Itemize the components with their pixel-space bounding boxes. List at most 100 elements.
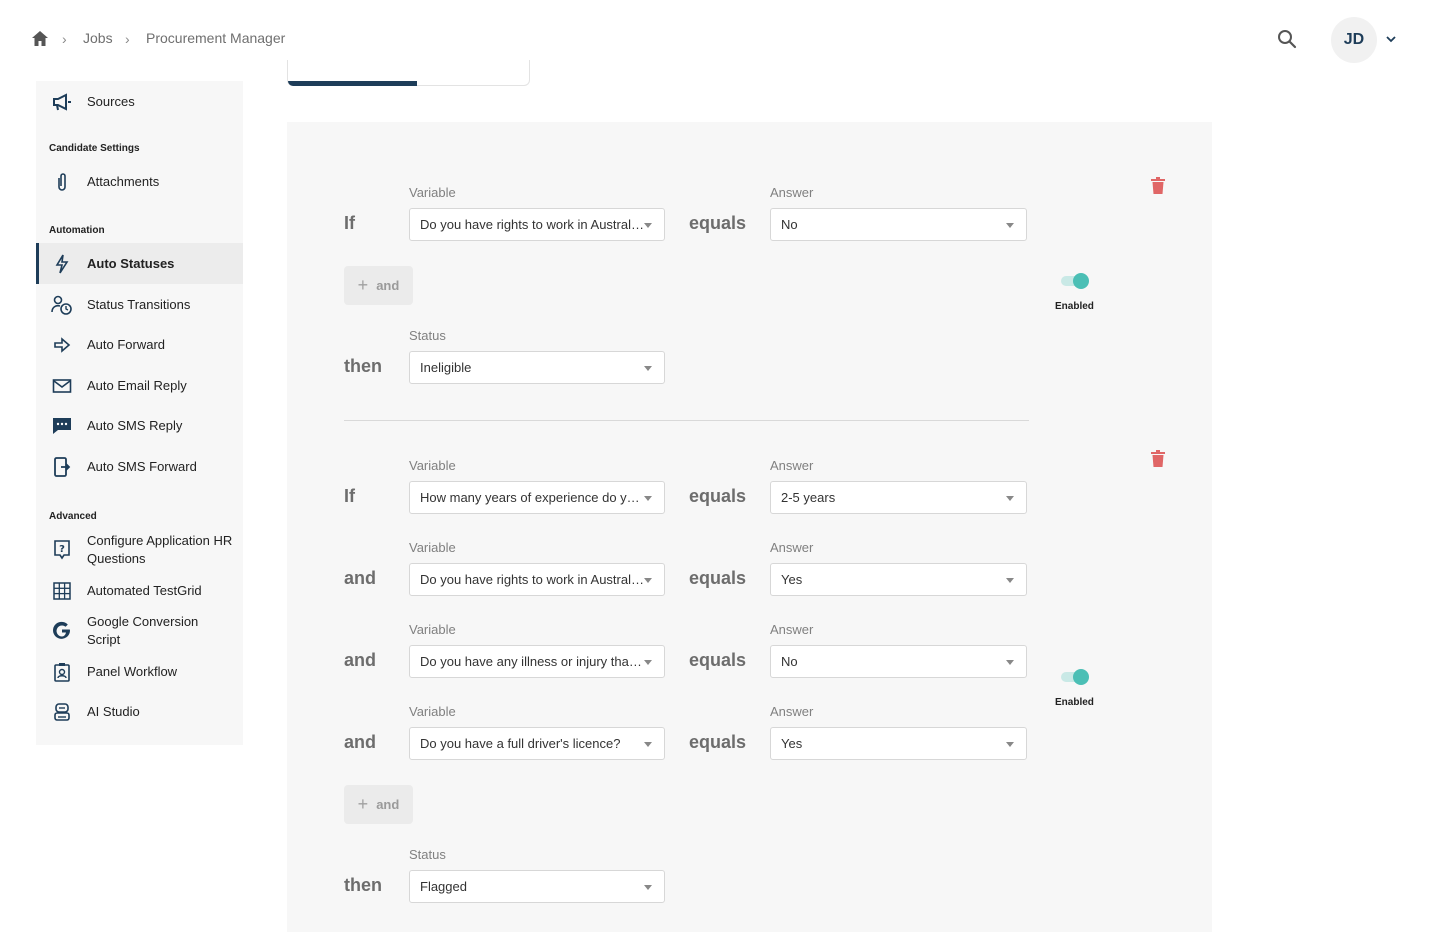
question-box-icon: ? (51, 539, 73, 561)
answer-label: Answer (770, 704, 814, 719)
sidebar-item-auto-forward[interactable]: Auto Forward (36, 324, 243, 365)
and-keyword: and (344, 732, 377, 752)
sidebar-item-auto-email-reply[interactable]: Auto Email Reply (36, 365, 243, 406)
sidebar-item-label: AI Studio (87, 703, 140, 719)
equals-keyword: equals (689, 486, 747, 506)
envelope-icon (51, 375, 73, 397)
plus-icon: + (357, 275, 369, 295)
answer-value: No (781, 654, 798, 669)
answer-select[interactable]: No (770, 208, 1027, 241)
breadcrumb-current[interactable]: Procurement Manager (146, 30, 285, 46)
home-icon[interactable] (31, 30, 49, 48)
answer-select[interactable]: 2-5 years (770, 481, 1027, 514)
answer-value: Yes (781, 736, 803, 751)
answer-label: Answer (770, 622, 814, 637)
variable-value: Do you have a full driver's licence? (420, 736, 621, 751)
sidebar-item-ai-studio[interactable]: AI Studio (36, 691, 243, 732)
sidebar-item-label: Auto Statuses (87, 255, 175, 271)
sidebar-item-google-conversion-script[interactable]: Google Conversion Script (36, 610, 243, 651)
variable-label: Variable (409, 540, 456, 555)
breadcrumb-chevron-icon: › (125, 31, 130, 47)
equals-keyword: equals (689, 732, 747, 752)
equals-keyword: equals (689, 213, 747, 233)
search-icon[interactable] (1277, 29, 1297, 49)
variable-label: Variable (409, 622, 456, 637)
variable-value: How many years of experience do you have… (420, 490, 645, 505)
caret-down-icon (644, 742, 652, 747)
variable-label: Variable (409, 704, 456, 719)
variable-label: Variable (409, 185, 456, 200)
trash-icon[interactable] (1151, 450, 1165, 467)
sidebar: Sources Candidate Settings Attachments A… (36, 81, 243, 745)
lightning-icon (51, 253, 73, 275)
trash-icon[interactable] (1151, 177, 1165, 194)
variable-value: Do you have rights to work in Australia? (420, 217, 645, 232)
sidebar-item-configure-hr-questions[interactable]: ? Configure Application HR Questions (36, 529, 243, 570)
variable-select[interactable]: Do you have a full driver's licence? (409, 727, 665, 760)
caret-down-icon (1006, 223, 1014, 228)
active-tab-indicator (288, 81, 417, 86)
caret-down-icon (644, 366, 652, 371)
caret-down-icon (1006, 496, 1014, 501)
and-keyword: and (344, 650, 377, 670)
enabled-label: Enabled (1055, 301, 1094, 312)
sidebar-item-attachments[interactable]: Attachments (36, 161, 243, 202)
sidebar-item-auto-sms-reply[interactable]: Auto SMS Reply (36, 405, 243, 446)
equals-keyword: equals (689, 568, 747, 588)
status-select[interactable]: Ineligible (409, 351, 665, 384)
section-heading-candidate-settings: Candidate Settings (49, 143, 140, 154)
sidebar-item-auto-statuses[interactable]: Auto Statuses (36, 243, 243, 284)
if-keyword: If (344, 486, 355, 506)
user-clock-icon (51, 294, 73, 316)
chevron-down-icon[interactable] (1385, 33, 1397, 45)
variable-select[interactable]: How many years of experience do you have… (409, 481, 665, 514)
rule-divider (344, 420, 1029, 421)
top-bar: › Jobs › Procurement Manager JD (0, 0, 1441, 80)
section-heading-automation: Automation (49, 225, 105, 236)
sidebar-item-panel-workflow[interactable]: Panel Workflow (36, 651, 243, 692)
variable-select[interactable]: Do you have any illness or injury that m… (409, 645, 665, 678)
answer-label: Answer (770, 540, 814, 555)
caret-down-icon (644, 496, 652, 501)
sidebar-item-label: Sources (87, 93, 135, 109)
variable-value: Do you have any illness or injury that m… (420, 654, 645, 669)
answer-label: Answer (770, 458, 814, 473)
enabled-toggle[interactable] (1061, 273, 1089, 289)
sidebar-item-status-transitions[interactable]: Status Transitions (36, 284, 243, 325)
avatar[interactable]: JD (1331, 17, 1377, 63)
section-heading-advanced: Advanced (49, 511, 97, 522)
id-badge-icon (51, 661, 73, 683)
enabled-toggle[interactable] (1061, 669, 1089, 685)
caret-down-icon (644, 885, 652, 890)
then-keyword: then (344, 875, 382, 895)
variable-select[interactable]: Do you have rights to work in Australia? (409, 563, 665, 596)
caret-down-icon (644, 223, 652, 228)
forward-arrow-icon (51, 334, 73, 356)
google-icon (51, 620, 73, 642)
add-and-condition-button[interactable]: + and (344, 785, 413, 824)
answer-label: Answer (770, 185, 814, 200)
sidebar-item-auto-sms-forward[interactable]: Auto SMS Forward (36, 446, 243, 487)
caret-down-icon (1006, 660, 1014, 665)
add-and-condition-button[interactable]: + and (344, 266, 413, 305)
sidebar-item-automated-testgrid[interactable]: Automated TestGrid (36, 570, 243, 611)
answer-select[interactable]: Yes (770, 727, 1027, 760)
then-keyword: then (344, 356, 382, 376)
answer-select[interactable]: Yes (770, 563, 1027, 596)
enabled-label: Enabled (1055, 697, 1094, 708)
variable-select[interactable]: Do you have rights to work in Australia? (409, 208, 665, 241)
status-label: Status (409, 847, 446, 862)
caret-down-icon (644, 660, 652, 665)
answer-select[interactable]: No (770, 645, 1027, 678)
sidebar-item-label: Auto SMS Reply (87, 417, 183, 433)
rules-panel: If Variable Do you have rights to work i… (287, 122, 1212, 932)
tab-strip[interactable] (287, 60, 530, 86)
answer-value: Yes (781, 572, 803, 587)
sidebar-item-sources[interactable]: Sources (36, 81, 243, 122)
status-select[interactable]: Flagged (409, 870, 665, 903)
caret-down-icon (1006, 742, 1014, 747)
status-label: Status (409, 328, 446, 343)
sidebar-item-label: Configure Application HR Questions (87, 532, 233, 566)
sidebar-item-label: Auto SMS Forward (87, 458, 197, 474)
breadcrumb-jobs[interactable]: Jobs (83, 30, 113, 46)
